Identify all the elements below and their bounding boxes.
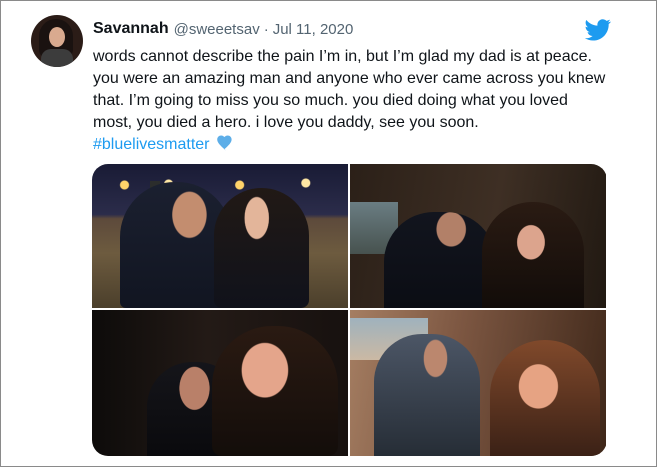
tweet-text: words cannot describe the pain I’m in, b… bbox=[93, 48, 606, 131]
tweet-body: words cannot describe the pain I’m in, b… bbox=[93, 46, 608, 156]
twitter-bird-icon[interactable] bbox=[584, 19, 612, 41]
header-separator: · bbox=[263, 20, 269, 38]
photo-man-shape bbox=[374, 334, 480, 456]
tweet-photo-4[interactable] bbox=[350, 310, 606, 456]
tweet-photo-grid[interactable] bbox=[92, 164, 607, 456]
tweet-photo-1[interactable] bbox=[92, 164, 348, 308]
blue-heart-icon bbox=[216, 135, 232, 151]
photo-woman-shape bbox=[482, 202, 584, 308]
tweet-date[interactable]: Jul 11, 2020 bbox=[273, 21, 354, 38]
profile-avatar[interactable] bbox=[31, 15, 83, 67]
hashtag-link[interactable]: #bluelivesmatter bbox=[93, 136, 210, 153]
tweet-card: Savannah @sweeetsav · Jul 11, 2020 words… bbox=[0, 0, 657, 467]
photo-woman-shape bbox=[214, 188, 309, 308]
avatar-face-shape bbox=[49, 27, 65, 47]
photo-woman-shape bbox=[212, 326, 338, 456]
author-handle[interactable]: @sweeetsav bbox=[174, 21, 260, 38]
photo-lights bbox=[100, 174, 345, 194]
photo-man-shape bbox=[384, 212, 496, 308]
photo-woman-shape bbox=[490, 340, 600, 456]
tweet-photo-3[interactable] bbox=[92, 310, 348, 456]
author-name[interactable]: Savannah bbox=[93, 20, 169, 38]
tweet-photo-2[interactable] bbox=[350, 164, 606, 308]
avatar-clothing-shape bbox=[41, 49, 73, 67]
tweet-header: Savannah @sweeetsav · Jul 11, 2020 bbox=[93, 18, 353, 40]
